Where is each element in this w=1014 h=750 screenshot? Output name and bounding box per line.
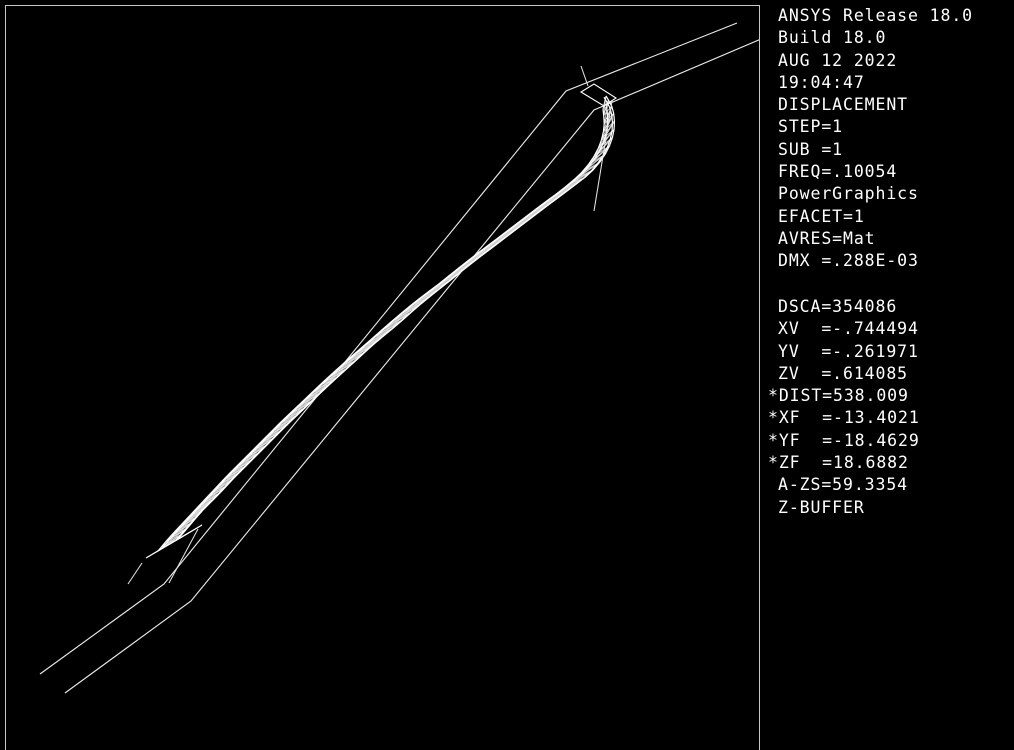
legend-header-block: ANSYS Release 18.0 Build 18.0 AUG 12 2022 1…: [766, 5, 1014, 273]
legend-line-1: Build 18.0: [778, 28, 887, 48]
legend-param-line-8: A-ZS=59.3354: [778, 475, 909, 495]
legend-param-line-7: *ZF =18.6882: [768, 453, 909, 473]
graphics-window[interactable]: [5, 5, 760, 750]
legend-line-11: DMX =.288E-03: [778, 251, 919, 271]
legend-line-0: ANSYS Release 18.0: [778, 6, 974, 25]
legend-line-10: AVRES=Mat: [778, 228, 876, 248]
ansys-application-window: ANSYS Release 18.0 Build 18.0 AUG 12 2022 1…: [0, 0, 1014, 750]
legend-line-5: STEP=1: [778, 117, 844, 137]
legend-line-6: SUB =1: [778, 139, 844, 159]
legend-line-2: AUG 12 2022: [778, 50, 898, 70]
legend-line-8: PowerGraphics: [778, 184, 919, 204]
legend-line-9: EFACET=1: [778, 206, 865, 226]
legend-param-line-1: XV =-.744494: [778, 319, 919, 339]
legend-line-4: DISPLACEMENT: [778, 95, 909, 115]
legend-view-parameters-block: DSCA=354086 XV =-.744494 YV =-.261971 ZV =.…: [766, 296, 1014, 519]
legend-param-line-4: *DIST=538.009: [768, 386, 909, 406]
legend-param-line-9: Z-BUFFER: [778, 497, 865, 517]
legend-line-7: FREQ=.10054: [778, 162, 898, 182]
legend-param-line-0: DSCA=354086: [778, 297, 898, 316]
annotation-legend-panel: ANSYS Release 18.0 Build 18.0 AUG 12 2022 1…: [766, 0, 1014, 725]
plot-background: [6, 6, 759, 750]
legend-param-line-5: *XF =-13.4021: [768, 408, 920, 428]
legend-line-3: 19:04:47: [778, 72, 865, 92]
legend-param-line-2: YV =-.261971: [778, 341, 919, 361]
deformed-mesh-plot: [6, 6, 759, 750]
legend-param-line-3: ZV =.614085: [778, 363, 909, 383]
legend-param-line-6: *YF =-18.4629: [768, 430, 920, 450]
